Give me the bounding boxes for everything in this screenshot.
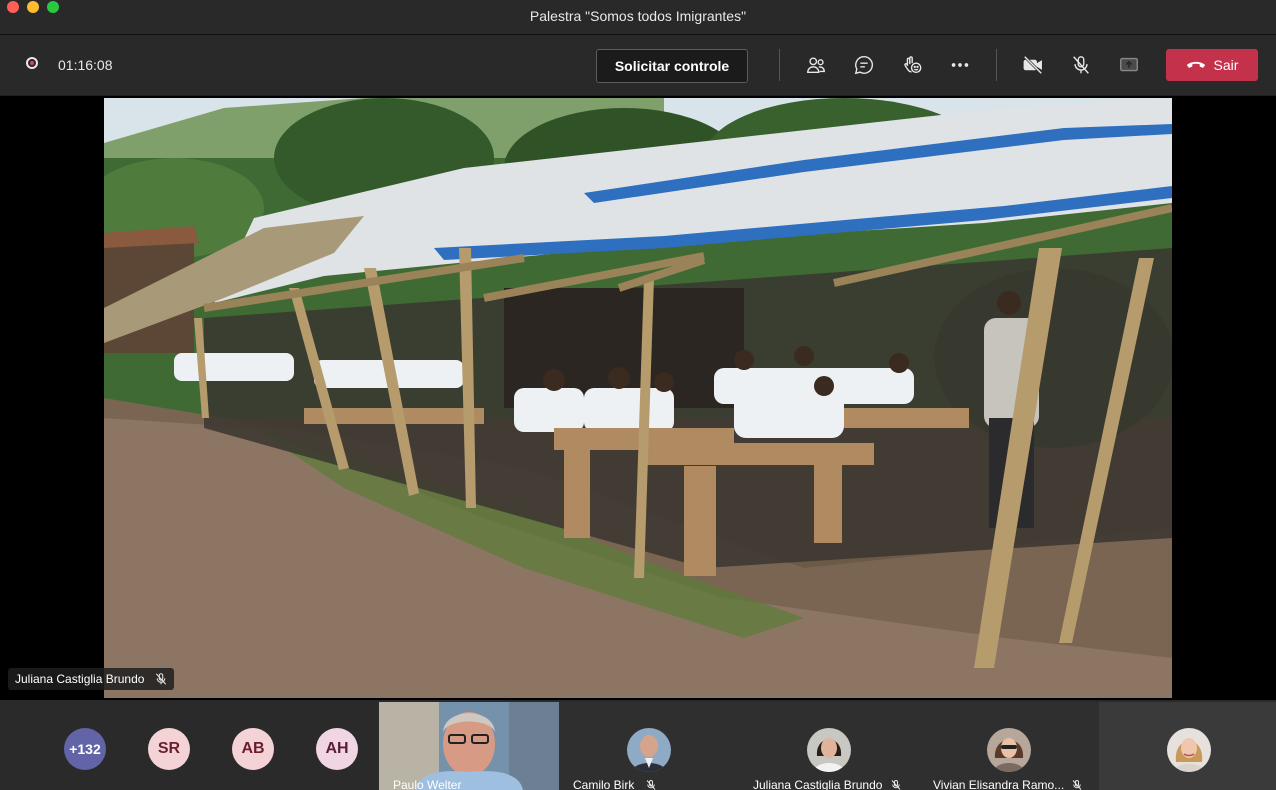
meeting-toolbar: 01:16:08 Solicitar controle Sair — [0, 35, 1276, 95]
mic-off-icon — [1073, 56, 1089, 74]
participant-tile[interactable]: Vivian Elisandra Ramo... — [919, 702, 1099, 790]
participant-name: Camilo Birk — [573, 778, 635, 790]
recording-icon — [26, 57, 38, 69]
request-control-button[interactable]: Solicitar controle — [596, 49, 748, 83]
participant-video-tile[interactable]: Paulo Welter — [379, 702, 559, 790]
outdoor-classroom-image — [104, 98, 1172, 698]
chat-button[interactable] — [850, 51, 878, 79]
people-icon — [807, 57, 825, 74]
mic-toggle-button[interactable] — [1067, 51, 1095, 79]
mic-off-icon — [156, 673, 167, 685]
camera-toggle-button[interactable] — [1019, 51, 1047, 79]
participant-name: Paulo Welter — [393, 778, 462, 790]
reactions-button[interactable] — [898, 51, 926, 79]
mic-off-icon — [891, 780, 901, 790]
participant-avatar[interactable]: SR — [148, 728, 190, 770]
participant-photo-avatar — [627, 728, 671, 772]
mic-off-icon — [1072, 780, 1082, 790]
raise-hand-icon — [904, 56, 922, 74]
presenter-name-tag: Juliana Castiglia Brundo — [8, 668, 175, 690]
participant-avatar[interactable]: AH — [316, 728, 358, 770]
toolbar-divider — [996, 49, 997, 81]
window-titlebar: Palestra "Somos todos Imigrantes" — [0, 0, 1276, 35]
person-photo — [987, 728, 1031, 772]
meeting-timer: 01:16:08 — [58, 57, 113, 73]
leave-button[interactable]: Sair — [1166, 49, 1258, 81]
participant-name: Vivian Elisandra Ramo... — [933, 778, 1065, 790]
person-photo — [627, 728, 671, 772]
shared-photo — [104, 98, 1172, 698]
camera-off-icon — [1023, 55, 1043, 75]
participant-video — [379, 702, 559, 790]
window-title: Palestra "Somos todos Imigrantes" — [529, 8, 747, 24]
share-tray-icon — [1120, 57, 1138, 72]
mic-off-icon — [646, 780, 656, 790]
participant-tile[interactable]: Juliana Castiglia Brundo — [739, 702, 919, 790]
hang-up-icon — [1186, 61, 1205, 68]
participant-avatar[interactable]: AB — [232, 728, 274, 770]
person-photo — [1167, 728, 1211, 772]
more-participants-avatar[interactable]: +132 — [64, 728, 106, 770]
participant-photo-avatar — [987, 728, 1031, 772]
shared-content-stage: Juliana Castiglia Brundo — [0, 96, 1276, 700]
participant-photo-avatar — [807, 728, 851, 772]
participant-name: Juliana Castiglia Brundo — [753, 778, 883, 790]
more-icon — [951, 63, 969, 67]
participant-photo-avatar — [1167, 728, 1211, 772]
more-options-button[interactable] — [946, 51, 974, 79]
chat-icon — [854, 56, 873, 75]
leave-label: Sair — [1213, 57, 1239, 73]
participants-button[interactable] — [802, 51, 830, 79]
person-photo — [807, 728, 851, 772]
participant-tile[interactable]: Camilo Birk — [559, 702, 739, 790]
participant-strip: +132 SR AB AH Paulo Welter Camilo Birk J… — [0, 700, 1276, 790]
toolbar-divider — [779, 49, 780, 81]
share-screen-button[interactable] — [1115, 51, 1143, 79]
presenter-name: Juliana Castiglia Brundo — [15, 672, 145, 686]
self-tile[interactable] — [1099, 702, 1276, 790]
